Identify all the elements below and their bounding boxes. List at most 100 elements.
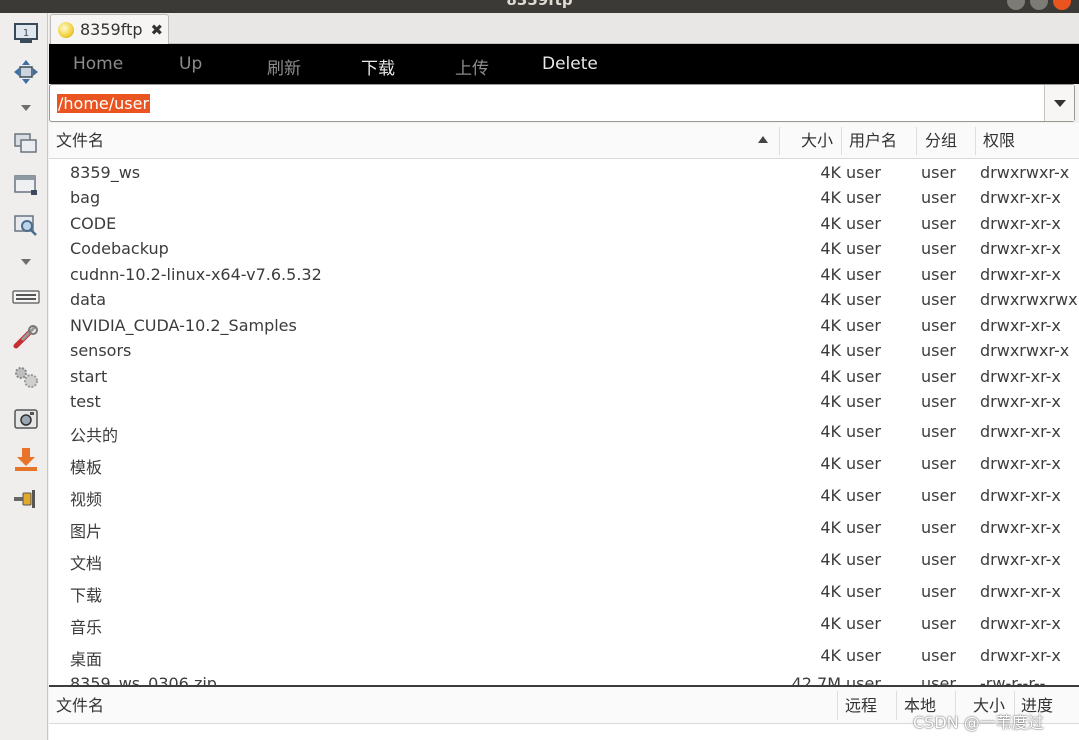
column-header-size[interactable]: 大小	[801, 123, 833, 159]
tab-label: 8359ftp	[80, 20, 143, 39]
table-row[interactable]: 8359_ws 4K user user drwxrwxr-x	[49, 161, 1079, 186]
file-permissions: drwxr-xr-x	[980, 486, 1061, 505]
window-icon[interactable]	[12, 171, 40, 199]
table-row[interactable]: start 4K user user drwxr-xr-x	[49, 365, 1079, 390]
file-user: user	[846, 214, 881, 233]
table-row[interactable]: 视频 4K user user drwxr-xr-x	[49, 484, 1079, 509]
windows-icon[interactable]	[12, 129, 40, 157]
plug-icon[interactable]	[12, 485, 40, 513]
up-button[interactable]: Up	[179, 54, 202, 74]
svg-text:1: 1	[23, 28, 29, 39]
file-user: user	[846, 486, 881, 505]
file-size: 4K	[820, 614, 841, 633]
file-permissions: drwxr-xr-x	[980, 392, 1061, 411]
file-size: 4K	[820, 486, 841, 505]
file-name: 8359_ws_0306.zip	[70, 674, 217, 685]
file-table-header: 文件名 大小 用户名 分组 权限	[49, 123, 1079, 159]
file-permissions: drwxrwxrwx	[980, 290, 1078, 309]
table-row[interactable]: test 4K user user drwxr-xr-x	[49, 390, 1079, 415]
camera-icon[interactable]	[12, 405, 40, 433]
tab-close-icon[interactable]: ✖	[151, 21, 164, 39]
file-size: 4K	[820, 518, 841, 537]
file-permissions: drwxr-xr-x	[980, 646, 1061, 665]
table-row[interactable]: sensors 4K user user drwxrwxr-x	[49, 339, 1079, 364]
table-row[interactable]: Codebackup 4K user user drwxr-xr-x	[49, 237, 1079, 262]
file-user: user	[846, 188, 881, 207]
file-size: 4K	[820, 392, 841, 411]
window-title: 8359ftp	[506, 0, 573, 9]
table-row[interactable]: 公共的 4K user user drwxr-xr-x	[49, 420, 1079, 445]
command-bar: Home Up 刷新 下载 上传 Delete	[49, 44, 1079, 84]
file-user: user	[846, 422, 881, 441]
file-group: user	[921, 290, 956, 309]
delete-button[interactable]: Delete	[542, 54, 598, 74]
column-header-name[interactable]: 文件名	[56, 123, 104, 159]
table-row[interactable]: 模板 4K user user drwxr-xr-x	[49, 452, 1079, 477]
move-icon[interactable]	[12, 58, 40, 86]
file-name: data	[70, 290, 107, 309]
file-user: user	[846, 454, 881, 473]
table-row[interactable]: cudnn-10.2-linux-x64-v7.6.5.32 4K user user…	[49, 263, 1079, 288]
table-row[interactable]: CODE 4K user user drwxr-xr-x	[49, 212, 1079, 237]
file-name: 8359_ws	[70, 163, 141, 182]
file-group: user	[921, 239, 956, 258]
file-group: user	[921, 454, 956, 473]
file-user: user	[846, 582, 881, 601]
file-permissions: drwxrwxr-x	[980, 341, 1070, 360]
file-group: user	[921, 646, 956, 665]
settings-icon[interactable]	[12, 363, 40, 391]
tab-8359ftp[interactable]: 8359ftp ✖	[50, 14, 169, 44]
upload-button[interactable]: 上传	[455, 54, 489, 79]
table-row[interactable]: data 4K user user drwxrwxrwx	[49, 288, 1079, 313]
column-header-group[interactable]: 分组	[925, 123, 957, 159]
sort-ascending-icon	[758, 136, 768, 143]
file-name: 视频	[70, 490, 103, 509]
zoom-icon[interactable]	[12, 211, 40, 239]
file-size: 4K	[820, 188, 841, 207]
watermark: CSDN @一苇度过	[913, 713, 1044, 732]
download-button[interactable]: 下载	[361, 54, 395, 79]
file-size: 4K	[820, 163, 841, 182]
file-permissions: drwxr-xr-x	[980, 518, 1061, 537]
queue-column-name[interactable]: 文件名	[56, 687, 104, 724]
chevron-down-icon[interactable]	[20, 257, 32, 267]
table-row[interactable]: bag 4K user user drwxr-xr-x	[49, 186, 1079, 211]
file-size: 4K	[820, 646, 841, 665]
file-name: sensors	[70, 341, 132, 360]
table-row[interactable]: 桌面 4K user user drwxr-xr-x	[49, 644, 1079, 669]
path-input[interactable]: /home/user	[57, 94, 151, 113]
file-group: user	[921, 188, 956, 207]
queue-column-remote[interactable]: 远程	[845, 687, 877, 724]
table-row[interactable]: NVIDIA_CUDA-10.2_Samples 4K user user drwxr-…	[49, 314, 1079, 339]
table-row[interactable]: 文档 4K user user drwxr-xr-x	[49, 548, 1079, 573]
file-name: 下载	[70, 586, 103, 605]
chevron-down-icon[interactable]	[20, 103, 32, 113]
home-button[interactable]: Home	[73, 54, 123, 74]
table-row[interactable]: 8359_ws_0306.zip 42.7M user user -rw-r--r--	[49, 672, 1079, 685]
file-size: 4K	[820, 422, 841, 441]
table-row[interactable]: 音乐 4K user user drwxr-xr-x	[49, 612, 1079, 637]
column-header-user[interactable]: 用户名	[849, 123, 897, 159]
screen-icon[interactable]: 1	[12, 19, 40, 47]
file-group: user	[921, 392, 956, 411]
column-header-permissions[interactable]: 权限	[983, 123, 1015, 159]
file-user: user	[846, 550, 881, 569]
file-size: 42.7M	[791, 674, 841, 685]
file-permissions: drwxrwxr-x	[980, 163, 1070, 182]
download-icon[interactable]	[12, 445, 40, 473]
keyboard-icon[interactable]	[12, 283, 40, 311]
table-row[interactable]: 图片 4K user user drwxr-xr-x	[49, 516, 1079, 541]
file-permissions: drwxr-xr-x	[980, 367, 1061, 386]
file-group: user	[921, 422, 956, 441]
file-name: start	[70, 367, 108, 386]
path-dropdown-button[interactable]	[1044, 85, 1074, 121]
path-combobox[interactable]: /home/user	[49, 84, 1075, 122]
file-size: 4K	[820, 214, 841, 233]
file-permissions: drwxr-xr-x	[980, 454, 1061, 473]
file-size: 4K	[820, 265, 841, 284]
file-permissions: -rw-r--r--	[980, 674, 1046, 685]
refresh-button[interactable]: 刷新	[267, 54, 301, 79]
file-table[interactable]: 文件名 大小 用户名 分组 权限 8359_ws 4K user user drwxrw…	[49, 123, 1079, 685]
tools-icon[interactable]	[12, 323, 40, 351]
table-row[interactable]: 下载 4K user user drwxr-xr-x	[49, 580, 1079, 605]
